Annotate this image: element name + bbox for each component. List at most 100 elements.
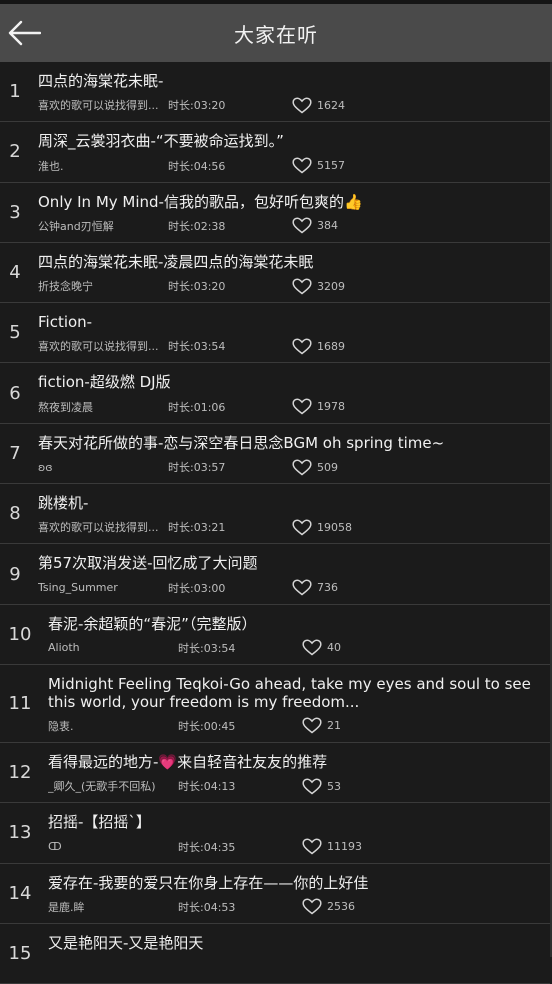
- song-list: 1 四点的海棠花未眠- 喜欢的歌可以说找得到... 时长:03:20 1624 2 周深_云…: [0, 62, 550, 984]
- rank-number: 15: [8, 943, 32, 964]
- heart-icon[interactable]: [302, 717, 324, 735]
- song-title: Fiction-: [38, 313, 93, 332]
- song-meta: 是鹿.眸 时长:04:53 2536: [48, 898, 550, 916]
- heart-icon[interactable]: [302, 639, 324, 657]
- like-count: 736: [317, 581, 338, 595]
- song-title: fiction-超级燃 DJ版: [38, 373, 171, 392]
- song-title: Only In My Mind-信我的歌品，包好听包爽的👍: [38, 192, 363, 211]
- list-item[interactable]: 9 第57次取消发送-回忆成了大问题 Tsing_Summer 时长:03:00 736: [0, 544, 550, 605]
- artist-name: ↀ: [48, 840, 62, 854]
- artist-name: Alioth: [48, 641, 80, 655]
- heart-icon[interactable]: [292, 217, 314, 235]
- song-meta: Alioth 时长:03:54 40: [48, 639, 550, 657]
- song-duration: 时长:00:45: [178, 719, 236, 733]
- song-title: 春天对花所做的事-恋与深空春日思念BGM oh spring time~: [38, 433, 445, 452]
- list-item[interactable]: 12 看得最远的地方-💗来自轻音社友友的推荐 _卿久_(无歌手不回私) 时长:04:1…: [0, 743, 550, 804]
- song-meta: 熬夜到凌晨 时长:01:06 1978: [38, 398, 550, 416]
- list-item[interactable]: 13 招摇-【招摇`】 ↀ 时长:04:35 11193: [0, 803, 550, 864]
- song-meta: 折技念晚宁 时长:03:20 3209: [38, 277, 550, 295]
- song-title: 四点的海棠花未眠-: [38, 72, 164, 90]
- song-duration: 时长:04:35: [178, 840, 236, 854]
- like-count: 384: [317, 219, 338, 233]
- rank-number: 14: [8, 882, 32, 904]
- song-title: 看得最远的地方-💗来自轻音社友友的推荐: [48, 752, 328, 771]
- song-duration: 时长:04:13: [178, 780, 236, 794]
- heart-icon[interactable]: [302, 777, 324, 795]
- like-count: 40: [327, 641, 341, 655]
- heart-icon[interactable]: [292, 518, 314, 536]
- heart-icon[interactable]: [292, 579, 314, 597]
- list-item[interactable]: 14 爱存在-我要的爱只在你身上存在——你的上好佳 是鹿.眸 时长:04:53 2536: [0, 864, 550, 924]
- song-duration: 时长:03:54: [168, 340, 226, 354]
- song-meta: 喜欢的歌可以说找得到... 时长:03:21 19058: [38, 518, 550, 536]
- heart-icon[interactable]: [302, 898, 324, 916]
- list-item[interactable]: 3 Only In My Mind-信我的歌品，包好听包爽的👍 公钟and刃恒解 时长…: [0, 183, 550, 243]
- song-title: 招摇-【招摇`】: [48, 813, 151, 832]
- song-duration: 时长:03:20: [168, 99, 226, 113]
- song-meta: Tsing_Summer 时长:03:00 736: [38, 579, 550, 597]
- like-count: 1624: [317, 98, 345, 112]
- artist-name: 是鹿.眸: [48, 900, 85, 914]
- list-item[interactable]: 2 周深_云裳羽衣曲-“不要被命运找到。” 淮也. 时长:04:56 5157: [0, 122, 550, 183]
- song-duration: 时长:01:06: [168, 400, 226, 414]
- song-duration: 时长:03:54: [178, 641, 236, 655]
- artist-name: 淮也.: [38, 159, 64, 173]
- artist-name: 折技念晚宁: [38, 280, 93, 294]
- list-item[interactable]: 6 fiction-超级燃 DJ版 熬夜到凌晨 时长:01:06 1978: [0, 363, 550, 424]
- heart-icon[interactable]: [302, 838, 324, 856]
- heart-icon[interactable]: [292, 96, 314, 114]
- song-duration: 时长:03:21: [168, 521, 226, 535]
- artist-name: _卿久_(无歌手不回私): [48, 780, 156, 794]
- artist-name: 公钟and刃恒解: [38, 219, 114, 233]
- list-item[interactable]: 8 跳楼机- 喜欢的歌可以说找得到... 时长:03:21 19058: [0, 484, 550, 545]
- song-title: 跳楼机-: [38, 494, 89, 513]
- song-title: 又是艳阳天-又是艳阳天: [48, 933, 204, 952]
- like-count: 1978: [317, 400, 345, 414]
- rank-number: 5: [9, 322, 21, 344]
- heart-icon[interactable]: [292, 458, 314, 476]
- heart-icon[interactable]: [292, 337, 314, 355]
- song-duration: 时长:04:53: [178, 900, 236, 914]
- list-item[interactable]: 10 春泥-余超颖的“春泥”（完整版） Alioth 时长:03:54 40: [0, 605, 550, 665]
- artist-name: Tsing_Summer: [38, 581, 118, 595]
- rank-number: 6: [9, 382, 21, 404]
- artist-name: 隐衷.: [48, 719, 74, 733]
- song-title: 爱存在-我要的爱只在你身上存在——你的上好佳: [48, 873, 369, 892]
- list-item[interactable]: 5 Fiction- 喜欢的歌可以说找得到... 时长:03:54 1689: [0, 303, 550, 364]
- like-count: 509: [317, 460, 338, 474]
- song-meta: ʚɞ 时长:03:57 509: [38, 458, 550, 476]
- artist-name: 喜欢的歌可以说找得到...: [38, 99, 159, 113]
- song-duration: 时长:03:00: [168, 581, 226, 595]
- rank-number: 8: [9, 503, 21, 525]
- heart-icon[interactable]: [292, 157, 314, 175]
- heart-icon[interactable]: [292, 277, 314, 295]
- like-count: 5157: [317, 159, 345, 173]
- rank-number: 4: [9, 262, 21, 284]
- heart-icon[interactable]: [292, 398, 314, 416]
- rank-number: 9: [9, 563, 21, 585]
- song-duration: 时长:02:38: [168, 219, 226, 233]
- list-item[interactable]: 15 又是艳阳天-又是艳阳天: [0, 924, 550, 984]
- list-item[interactable]: 1 四点的海棠花未眠- 喜欢的歌可以说找得到... 时长:03:20 1624: [0, 62, 550, 123]
- song-meta: 淮也. 时长:04:56 5157: [38, 157, 550, 175]
- song-title: 春泥-余超颖的“春泥”（完整版）: [48, 614, 257, 633]
- like-count: 21: [327, 719, 341, 733]
- list-item[interactable]: 4 四点的海棠花未眠-凌晨四点的海棠花未眠折技念晚宁 时长:03:20 3209: [0, 243, 550, 304]
- song-title: 四点的海棠花未眠-凌晨四点的海棠花未眠: [38, 252, 314, 271]
- like-count: 53: [327, 779, 341, 793]
- artist-name: 喜欢的歌可以说找得到...: [38, 521, 159, 535]
- rank-number: 2: [9, 141, 21, 163]
- list-item[interactable]: 11 Midnight Feeling Teqkoi-Go ahead, take…: [0, 665, 550, 743]
- song-meta: 喜欢的歌可以说找得到... 时长:03:54 1689: [38, 337, 550, 355]
- rank-number: 11: [8, 692, 32, 714]
- rank-number: 3: [9, 201, 21, 223]
- song-meta: ↀ 时长:04:35 11193: [48, 838, 550, 856]
- page-title: 大家在听: [234, 22, 318, 47]
- like-count: 3209: [317, 279, 345, 293]
- artist-name: ʚɞ: [38, 460, 53, 474]
- rank-number: 10: [8, 623, 32, 645]
- list-item[interactable]: 7 春天对花所做的事-恋与深空春日思念BGM oh spring time~ ʚɞ 时…: [0, 424, 550, 485]
- rank-number: 1: [9, 81, 21, 103]
- song-title: 周深_云裳羽衣曲-“不要被命运找到。”: [38, 132, 284, 151]
- song-title: Midnight Feeling Teqkoi-Go ahead, take m…: [48, 674, 531, 711]
